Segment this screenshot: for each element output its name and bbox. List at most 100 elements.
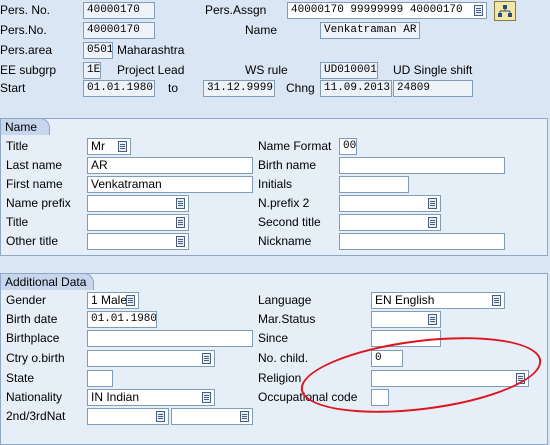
no-child-label: No. child. xyxy=(254,350,366,367)
chng-user-field[interactable]: 24809 xyxy=(393,80,473,97)
value-help-icon[interactable] xyxy=(474,5,483,16)
nickname-field[interactable] xyxy=(339,233,505,250)
nat2-field[interactable] xyxy=(87,408,169,425)
value-help-icon[interactable] xyxy=(176,236,185,247)
other-title-label: Other title xyxy=(2,233,85,250)
mar-status-field[interactable] xyxy=(371,311,441,328)
value-help-icon[interactable] xyxy=(176,198,185,209)
gender-value: 1 Male xyxy=(91,293,128,307)
org-structure-button[interactable] xyxy=(494,1,516,21)
second-title-label: Second title xyxy=(254,214,337,231)
gender-label: Gender xyxy=(2,292,85,309)
last-name-label: Last name xyxy=(2,157,85,174)
ee-subgrp-text: Project Lead xyxy=(117,63,185,77)
nationality-label: Nationality xyxy=(2,389,85,406)
name-format-field[interactable]: 00 xyxy=(339,138,357,155)
infotype-screen: { "header": { "pers_no_label": "Pers. No… xyxy=(0,0,550,445)
ee-subgrp-code[interactable]: 1E xyxy=(83,62,101,79)
additional-data-title: Additional Data xyxy=(0,273,94,290)
pers-no2-label: Pers.No. xyxy=(0,22,80,39)
since-label: Since xyxy=(254,330,366,347)
pers-no2-field[interactable]: 40000170 xyxy=(83,22,155,39)
name-format-label: Name Format xyxy=(254,138,337,155)
initials-label: Initials xyxy=(254,176,337,193)
name-prefix-field[interactable] xyxy=(87,195,189,212)
title-field[interactable]: Mr xyxy=(87,138,131,155)
end-date-field[interactable]: 31.12.9999 xyxy=(203,80,275,97)
first-name-field[interactable]: Venkatraman xyxy=(87,176,253,193)
to-label: to xyxy=(168,81,179,95)
language-label: Language xyxy=(254,292,366,309)
ws-rule-text: UD Single shift xyxy=(393,63,473,77)
value-help-icon[interactable] xyxy=(428,314,437,325)
name-label: Name xyxy=(245,23,278,37)
state-field[interactable] xyxy=(87,370,113,387)
religion-label: Religion xyxy=(254,370,366,387)
nprefix2-field[interactable] xyxy=(339,195,441,212)
no-child-field[interactable]: 0 xyxy=(371,350,403,367)
org-structure-icon xyxy=(498,5,512,17)
mar-status-label: Mar.Status xyxy=(254,311,366,328)
pers-assgn-label: Pers.Assgn xyxy=(205,3,267,17)
pers-area-code[interactable]: 0501 xyxy=(83,42,113,59)
title-label: Title xyxy=(2,138,85,155)
nickname-label: Nickname xyxy=(254,233,337,250)
value-help-icon[interactable] xyxy=(202,353,211,364)
nat2-label: 2nd/3rdNat xyxy=(2,408,85,425)
birth-name-field[interactable] xyxy=(339,157,505,174)
title-value: Mr xyxy=(91,139,105,153)
value-help-icon[interactable] xyxy=(428,217,437,228)
language-field[interactable]: EN English xyxy=(371,292,505,309)
pers-area-text: Maharashtra xyxy=(117,43,185,57)
ctry-birth-label: Ctry o.birth xyxy=(2,350,85,367)
gender-field[interactable]: 1 Male xyxy=(87,292,139,309)
religion-field[interactable] xyxy=(371,370,529,387)
name-prefix-label: Name prefix xyxy=(2,195,85,212)
value-help-icon[interactable] xyxy=(202,392,211,403)
initials-field[interactable] xyxy=(339,176,409,193)
birth-name-label: Birth name xyxy=(254,157,337,174)
name-field[interactable]: Venkatraman AR xyxy=(320,22,420,39)
start-date-field[interactable]: 01.01.1980 xyxy=(83,80,155,97)
ws-rule-code[interactable]: UD010001 xyxy=(320,62,378,79)
value-help-icon[interactable] xyxy=(118,141,127,152)
last-name-field[interactable]: AR xyxy=(87,157,253,174)
chng-date-field[interactable]: 11.09.2013 xyxy=(320,80,392,97)
language-value: EN English xyxy=(375,293,435,307)
birthplace-label: Birthplace xyxy=(2,330,85,347)
birthplace-field[interactable] xyxy=(87,330,253,347)
value-help-icon[interactable] xyxy=(516,373,525,384)
pers-no-label: Pers. No. xyxy=(0,2,80,19)
value-help-icon[interactable] xyxy=(428,198,437,209)
nat3-field[interactable] xyxy=(171,408,253,425)
ctry-birth-field[interactable] xyxy=(87,350,215,367)
value-help-icon[interactable] xyxy=(240,411,249,422)
title2-field[interactable] xyxy=(87,214,189,231)
nationality-value: IN Indian xyxy=(91,390,140,404)
birth-date-field[interactable]: 01.01.1980 xyxy=(87,311,157,328)
pers-assgn-field[interactable]: 40000170 99999999 40000170 xyxy=(287,2,487,19)
ws-rule-label: WS rule xyxy=(245,63,288,77)
chng-label: Chng xyxy=(286,81,315,95)
occupational-code-label: Occupational code xyxy=(254,389,366,406)
since-field[interactable] xyxy=(371,330,441,347)
other-title-field[interactable] xyxy=(87,233,189,250)
title2-label: Title xyxy=(2,214,85,231)
nationality-field[interactable]: IN Indian xyxy=(87,389,215,406)
birth-date-label: Birth date xyxy=(2,311,85,328)
value-help-icon[interactable] xyxy=(156,411,165,422)
pers-no-field[interactable]: 40000170 xyxy=(83,2,155,19)
ee-subgrp-label: EE subgrp xyxy=(0,62,80,79)
first-name-label: First name xyxy=(2,176,85,193)
value-help-icon[interactable] xyxy=(492,295,501,306)
nprefix2-label: N.prefix 2 xyxy=(254,195,337,212)
name-section-title: Name xyxy=(0,118,50,135)
second-title-field[interactable] xyxy=(339,214,441,231)
occupational-code-field[interactable] xyxy=(371,389,389,406)
value-help-icon[interactable] xyxy=(176,217,185,228)
pers-assgn-value: 40000170 99999999 40000170 xyxy=(291,4,463,16)
state-label: State xyxy=(2,370,85,387)
start-label: Start xyxy=(0,80,80,97)
pers-area-label: Pers.area xyxy=(0,42,80,59)
value-help-icon[interactable] xyxy=(126,295,135,306)
